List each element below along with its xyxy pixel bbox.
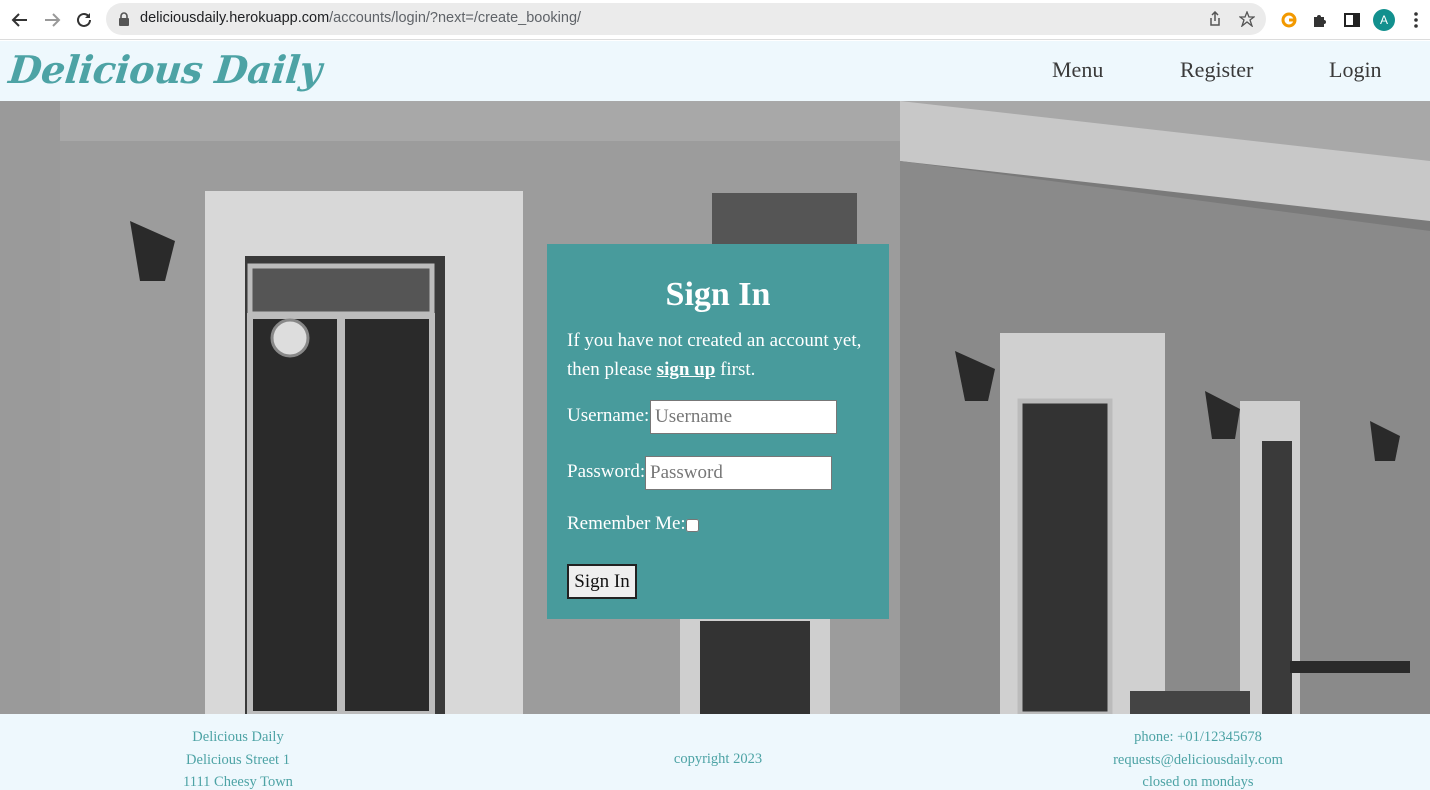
url-host: deliciousdaily.herokuapp.com: [140, 10, 330, 26]
profile-avatar[interactable]: A: [1373, 9, 1395, 31]
signin-title: Sign In: [665, 276, 771, 313]
footer-address-line: Delicious Daily: [192, 729, 284, 745]
username-label: Username:: [567, 405, 650, 426]
signin-intro: If you have not created an account yet, …: [567, 326, 877, 384]
back-arrow-icon[interactable]: [8, 8, 32, 32]
footer-contact: phone: +01/12345678 requests@deliciousda…: [1098, 726, 1298, 790]
password-input[interactable]: [645, 456, 832, 490]
nav-register[interactable]: Register: [1180, 57, 1253, 83]
nav-login[interactable]: Login: [1329, 57, 1382, 83]
footer-address-line: 1111 Cheesy Town: [183, 774, 293, 790]
intro-text-after: first.: [715, 359, 756, 380]
footer-email[interactable]: requests@deliciousdaily.com: [1098, 749, 1298, 772]
share-icon[interactable]: [1207, 10, 1223, 32]
signup-link[interactable]: sign up: [657, 359, 716, 380]
remember-me-checkbox[interactable]: [686, 519, 699, 532]
site-header: Delicious Daily Menu Register Login: [0, 41, 1430, 101]
brand-logo[interactable]: Delicious Daily: [7, 47, 324, 92]
browser-toolbar: deliciousdaily.herokuapp.com/accounts/lo…: [0, 0, 1430, 40]
extension-g-icon[interactable]: [1278, 9, 1300, 31]
signin-button[interactable]: Sign In: [567, 564, 637, 599]
reload-icon[interactable]: [72, 8, 96, 32]
nav-menu[interactable]: Menu: [1052, 57, 1103, 83]
footer-address-line: Delicious Street 1: [186, 751, 290, 768]
username-input[interactable]: [650, 400, 837, 434]
copyright-text: copyright 2023: [673, 751, 763, 767]
footer-address: Delicious Daily Delicious Street 1 1111 …: [178, 726, 298, 790]
puzzle-icon[interactable]: [1309, 9, 1331, 31]
star-icon[interactable]: [1238, 10, 1256, 32]
profile-initial: A: [1373, 9, 1395, 31]
password-label: Password:: [567, 461, 646, 482]
site-footer: Delicious Daily Delicious Street 1 1111 …: [0, 714, 1430, 790]
remember-me-label: Remember Me:: [567, 513, 686, 534]
url-text[interactable]: deliciousdaily.herokuapp.com/accounts/lo…: [140, 10, 581, 26]
kebab-menu-icon[interactable]: [1405, 9, 1427, 31]
address-bar[interactable]: deliciousdaily.herokuapp.com/accounts/lo…: [106, 3, 1266, 35]
forward-arrow-icon[interactable]: [40, 8, 64, 32]
side-panel-icon[interactable]: [1341, 9, 1363, 31]
footer-copyright: copyright 2023: [648, 748, 788, 771]
footer-phone: phone: +01/12345678: [1134, 729, 1262, 745]
url-path: /accounts/login/?next=/create_booking/: [329, 10, 582, 26]
lock-icon[interactable]: [118, 12, 130, 31]
footer-hours: closed on mondays: [1142, 774, 1254, 790]
